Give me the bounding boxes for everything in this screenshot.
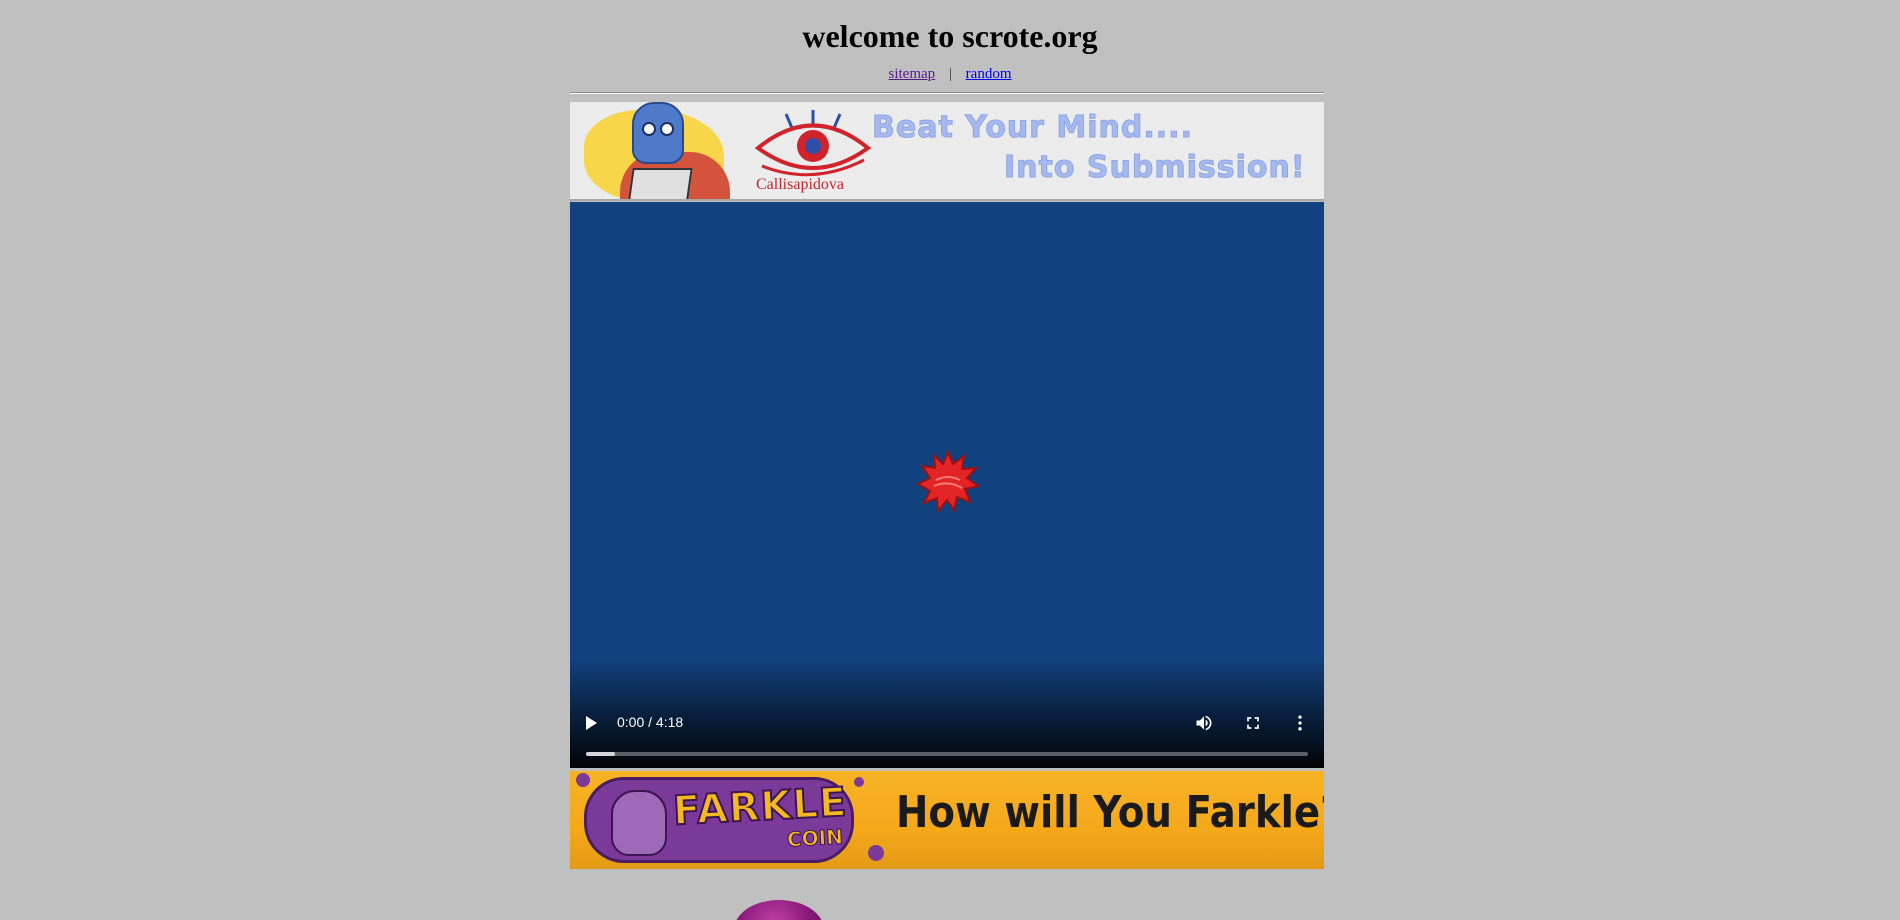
video-player[interactable]: 0:00 / 4:18	[570, 202, 1324, 768]
robot-eye	[660, 122, 674, 136]
more-options-icon[interactable]	[1290, 713, 1310, 733]
farkle-brand-sub: COIN	[786, 824, 844, 852]
play-icon[interactable]	[586, 716, 597, 730]
banner-slogan-line2: Into Submission!	[1004, 150, 1306, 186]
page-title: welcome to scrote.org	[802, 18, 1098, 54]
robot-head-image	[632, 102, 684, 164]
page: welcome to scrote.org sitemap | random C…	[0, 0, 1900, 920]
nav-separator: |	[948, 66, 952, 82]
time-display: 0:00 / 4:18	[617, 714, 684, 730]
fullscreen-icon[interactable]	[1243, 713, 1263, 733]
purple-ball-image	[734, 900, 824, 920]
farkle-banner-ad[interactable]: FARKLE COIN How will You Farkle?	[570, 771, 1324, 869]
decor-dot	[854, 777, 864, 787]
sitemap-link[interactable]: sitemap	[889, 66, 936, 82]
bear-mascot-icon	[611, 790, 667, 856]
decor-dot	[576, 773, 590, 787]
logo-text: Callisapidova	[756, 176, 844, 193]
seek-bar[interactable]	[586, 752, 1308, 756]
seek-buffered-fill	[586, 752, 615, 756]
farkle-slogan: How will You Farkle?	[896, 787, 1324, 838]
farkle-logo: FARKLE COIN	[584, 777, 854, 863]
banner-slogan-line1: Beat Your Mind....	[872, 110, 1193, 146]
random-link[interactable]: random	[966, 66, 1012, 82]
decor-dot	[868, 845, 884, 861]
volume-icon[interactable]	[1194, 713, 1214, 733]
video-controls: 0:00 / 4:18	[570, 698, 1324, 768]
red-splat-image	[916, 450, 980, 514]
robot-eye	[642, 122, 656, 136]
horizontal-rule	[570, 92, 1324, 94]
nav-links: sitemap | random	[0, 66, 1900, 83]
callisapidova-banner-ad[interactable]: Callisapidova Beat Your Mind.... Into Su…	[570, 102, 1324, 201]
laptop-image	[627, 168, 693, 199]
